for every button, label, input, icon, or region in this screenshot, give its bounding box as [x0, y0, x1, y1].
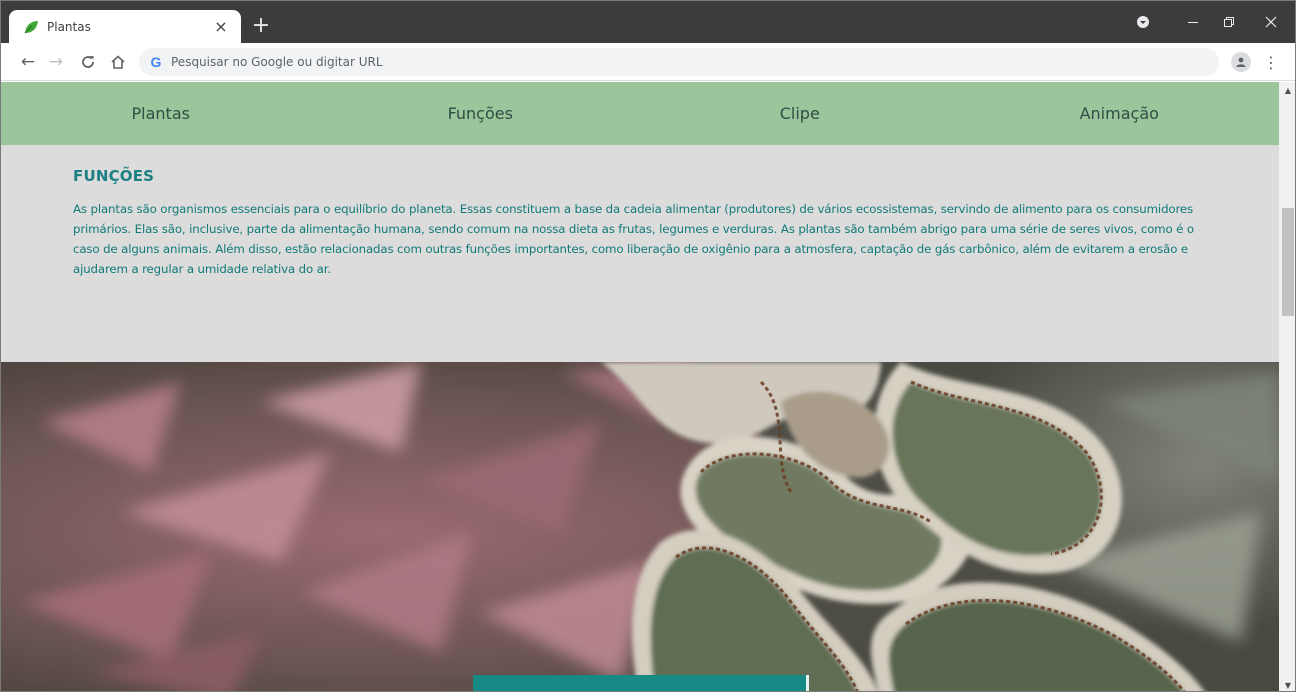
scroll-down-arrow-icon[interactable]: ▼ [1279, 677, 1295, 691]
nav-link-plantas[interactable]: Plantas [1, 104, 321, 123]
site-navbar: Plantas Funções Clipe Animação [1, 82, 1279, 145]
plant-photo [1, 362, 1279, 691]
nav-link-clipe[interactable]: Clipe [640, 104, 960, 123]
url-input[interactable] [171, 55, 1071, 69]
person-icon [1236, 57, 1246, 67]
scroll-up-arrow-icon[interactable]: ▲ [1279, 82, 1295, 98]
reload-icon-glyph [82, 56, 94, 68]
browser-toolbar: ← → G ⋮ [1, 43, 1295, 81]
forward-arrow-icon[interactable]: → [45, 51, 67, 73]
page-scrollbar[interactable]: ▲ ▼ [1279, 82, 1295, 691]
back-arrow-icon[interactable]: ← [17, 51, 39, 73]
nav-link-animacao[interactable]: Animação [960, 104, 1280, 123]
tab-plantas[interactable]: Plantas × [9, 10, 241, 43]
minimize-icon [1188, 22, 1198, 23]
close-window-button[interactable] [1259, 11, 1283, 33]
home-icon-glyph [111, 55, 125, 69]
chevron-down-circle-icon [1137, 16, 1149, 28]
tab-strip: Plantas × + [1, 1, 1295, 43]
avatar[interactable] [1231, 52, 1251, 72]
succulent-image [1, 362, 1279, 691]
section-paragraph: As plantas são organismos essenciais par… [73, 202, 1194, 276]
close-icon [1265, 16, 1277, 28]
new-tab-button[interactable]: + [249, 15, 273, 39]
tab-title: Plantas [47, 19, 91, 34]
tab-search-button[interactable] [1131, 11, 1155, 33]
scroll-thumb[interactable] [1282, 208, 1294, 316]
google-g-icon: G [150, 54, 162, 70]
funcoes-section: FUNÇÕES As plantas são organismos essenc… [1, 145, 1279, 362]
kebab-menu-icon[interactable]: ⋮ [1263, 51, 1279, 73]
minimize-button[interactable] [1181, 11, 1205, 33]
nav-link-funcoes[interactable]: Funções [321, 104, 641, 123]
teal-banner [473, 675, 809, 691]
omnibox[interactable]: G [139, 48, 1219, 76]
home-icon[interactable] [107, 51, 129, 73]
reload-icon[interactable] [77, 51, 99, 73]
section-title: FUNÇÕES [73, 167, 155, 185]
tab-close-icon[interactable]: × [211, 17, 231, 37]
page-viewport: Plantas Funções Clipe Animação FUNÇÕES A… [1, 82, 1279, 691]
restore-button[interactable] [1217, 11, 1241, 33]
restore-icon [1224, 17, 1234, 27]
leaf-icon [24, 20, 38, 33]
browser-window: Plantas × + ← → G Pesquisar no Google ou… [0, 0, 1296, 692]
